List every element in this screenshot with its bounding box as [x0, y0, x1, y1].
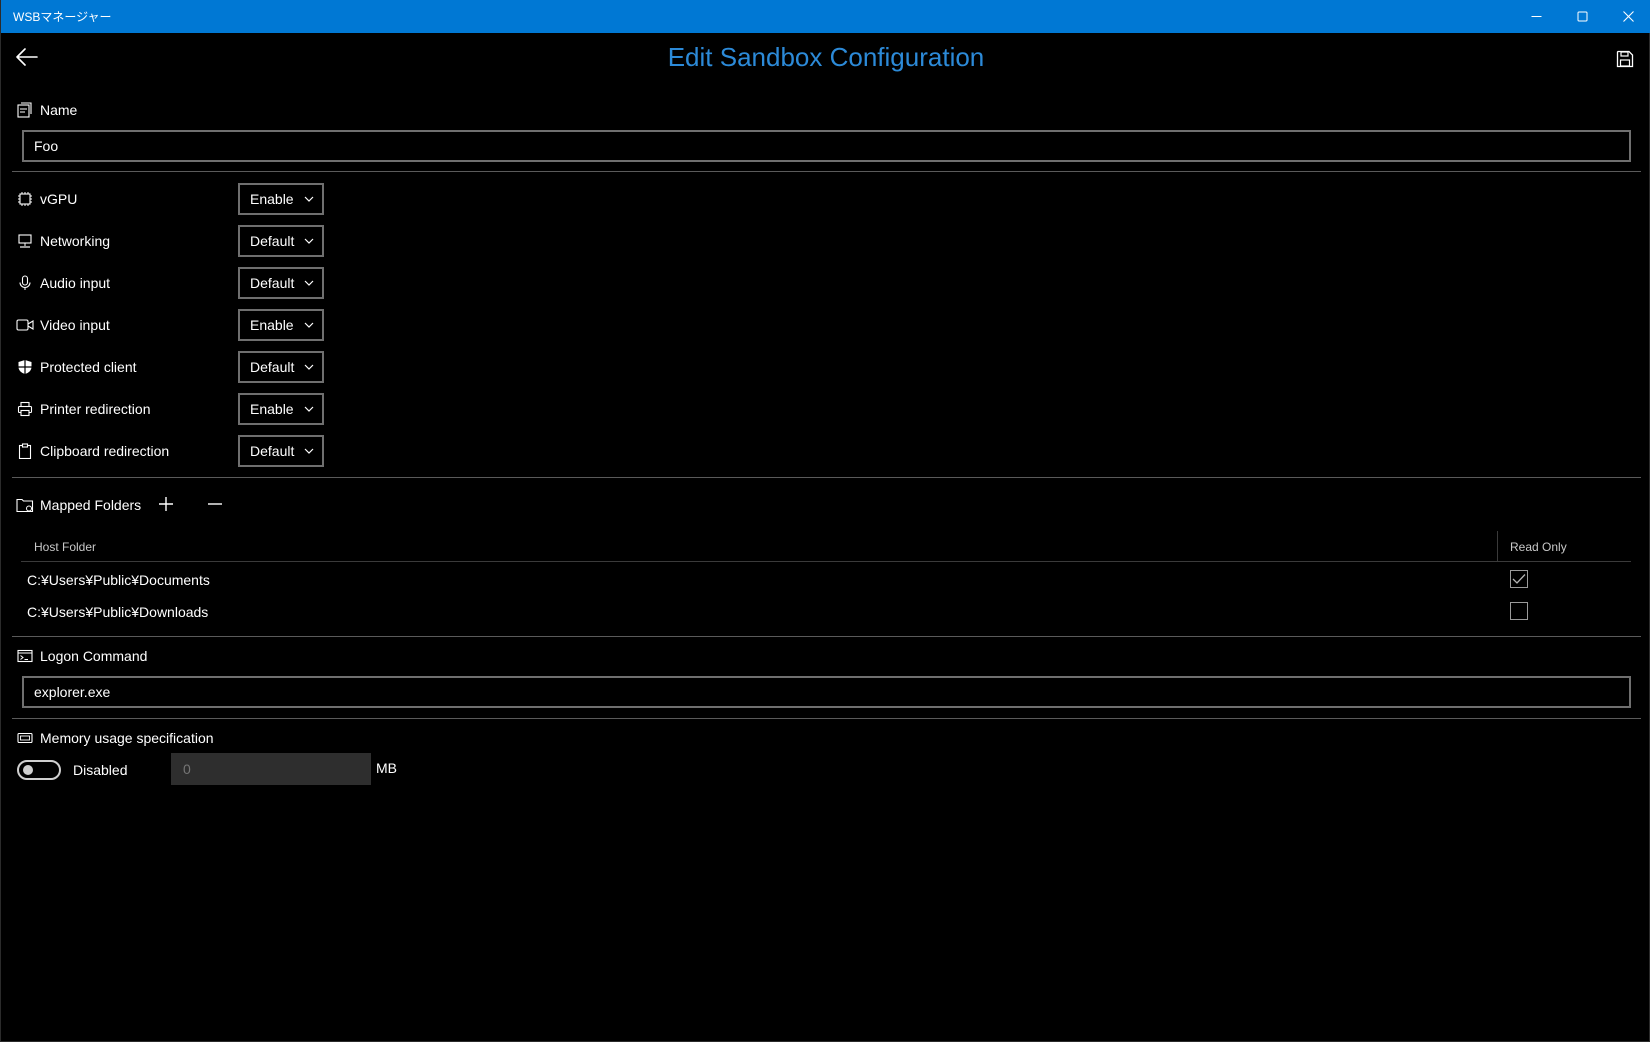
- command-prompt-icon: [16, 647, 34, 665]
- host-folder-cell: C:¥Users¥Public¥Downloads: [27, 604, 209, 620]
- caption-buttons: [1513, 0, 1650, 33]
- printer-icon: [16, 400, 34, 418]
- read-only-checkbox[interactable]: [1510, 602, 1528, 620]
- memory-size-input[interactable]: [171, 753, 371, 785]
- camera-icon: [16, 316, 34, 334]
- option-row-printer-redirection: Printer redirection Enable: [16, 393, 346, 425]
- chevron-down-icon: [304, 406, 314, 412]
- add-folder-button[interactable]: [153, 491, 179, 517]
- option-label: Networking: [40, 233, 111, 249]
- dropdown-value: Default: [250, 443, 295, 459]
- shield-icon: [16, 358, 34, 376]
- page-title: Edit Sandbox Configuration: [667, 42, 985, 72]
- option-row-audio-input: Audio input Default: [16, 267, 346, 299]
- window-title: WSBマネージャー: [13, 10, 112, 24]
- option-label: Protected client: [40, 359, 137, 375]
- option-label: Video input: [40, 317, 110, 333]
- memory-section-label: Memory usage specification: [16, 729, 214, 747]
- microphone-icon: [16, 274, 34, 292]
- checkmark-icon: [1512, 574, 1526, 584]
- option-row-networking: Networking Default: [16, 225, 346, 257]
- divider: [12, 636, 1641, 637]
- memory-unit-label: MB: [376, 760, 397, 776]
- column-separator: [1497, 531, 1498, 561]
- memory-title: Memory usage specification: [40, 730, 214, 746]
- chevron-down-icon: [304, 238, 314, 244]
- option-row-clipboard-redirection: Clipboard redirection Default: [16, 435, 346, 467]
- rename-icon: [16, 101, 34, 119]
- grid-header-divider: [21, 561, 1631, 562]
- printer-redirection-dropdown[interactable]: Enable: [238, 393, 324, 425]
- save-icon: [1616, 50, 1634, 68]
- chevron-down-icon: [304, 280, 314, 286]
- chevron-down-icon: [304, 364, 314, 370]
- divider: [12, 477, 1641, 478]
- plus-icon: [159, 497, 173, 511]
- folder-icon: [16, 496, 34, 514]
- option-label: vGPU: [40, 191, 78, 207]
- close-icon: [1622, 11, 1634, 22]
- networking-dropdown[interactable]: Default: [238, 225, 325, 257]
- chevron-down-icon: [304, 448, 314, 454]
- option-label: Clipboard redirection: [40, 443, 170, 459]
- column-header-host-folder[interactable]: Host Folder: [34, 540, 96, 554]
- memory-toggle-label: Disabled: [73, 762, 128, 778]
- option-label: Printer redirection: [40, 401, 151, 417]
- toggle-knob: [23, 765, 33, 775]
- name-input[interactable]: [22, 130, 1631, 162]
- network-icon: [16, 232, 34, 250]
- chip-icon: [16, 190, 34, 208]
- save-button[interactable]: [1611, 45, 1639, 73]
- column-header-read-only[interactable]: Read Only: [1510, 540, 1567, 554]
- dropdown-value: Enable: [250, 317, 294, 333]
- memory-icon: [16, 729, 34, 747]
- dropdown-value: Enable: [250, 191, 294, 207]
- option-row-vgpu: vGPU Enable: [16, 183, 346, 215]
- table-row[interactable]: C:¥Users¥Public¥Documents: [27, 566, 1627, 596]
- protected-client-dropdown[interactable]: Default: [238, 351, 325, 383]
- vgpu-dropdown[interactable]: Enable: [238, 183, 324, 215]
- memory-toggle[interactable]: [17, 760, 61, 780]
- minimize-button[interactable]: [1513, 0, 1559, 33]
- option-label: Audio input: [40, 275, 111, 291]
- video-input-dropdown[interactable]: Enable: [238, 309, 324, 341]
- dropdown-value: Default: [250, 233, 295, 249]
- divider: [12, 171, 1641, 172]
- table-row[interactable]: C:¥Users¥Public¥Downloads: [27, 598, 1627, 628]
- remove-folder-button[interactable]: [202, 491, 228, 517]
- name-label: Name: [40, 102, 78, 118]
- maximize-icon: [1577, 11, 1587, 22]
- option-row-protected-client: Protected client Default: [16, 351, 346, 383]
- option-row-video-input: Video input Enable: [16, 309, 346, 341]
- maximize-button[interactable]: [1559, 0, 1605, 33]
- close-button[interactable]: [1605, 0, 1650, 33]
- logon-command-title: Logon Command: [40, 648, 148, 664]
- minus-icon: [208, 503, 222, 505]
- mapped-folders-title: Mapped Folders: [40, 497, 142, 513]
- clipboard-redirection-dropdown[interactable]: Default: [238, 435, 325, 467]
- chevron-down-icon: [304, 322, 314, 328]
- dropdown-value: Enable: [250, 401, 294, 417]
- chevron-down-icon: [304, 196, 314, 202]
- host-folder-cell: C:¥Users¥Public¥Documents: [27, 572, 210, 588]
- logon-command-input[interactable]: [22, 676, 1631, 708]
- title-bar[interactable]: WSBマネージャー: [1, 0, 1650, 33]
- clipboard-icon: [16, 442, 34, 460]
- name-section-label: Name: [16, 101, 77, 119]
- read-only-checkbox[interactable]: [1510, 570, 1528, 588]
- mapped-folders-label: Mapped Folders: [16, 496, 141, 514]
- app-window: WSBマネージャー Edit Sandbox Configuration Nam…: [0, 0, 1650, 1042]
- dropdown-value: Default: [250, 275, 295, 291]
- logon-command-label: Logon Command: [16, 647, 147, 665]
- minimize-icon: [1531, 16, 1541, 17]
- audio-input-dropdown[interactable]: Default: [238, 267, 325, 299]
- divider: [12, 718, 1641, 719]
- dropdown-value: Default: [250, 359, 295, 375]
